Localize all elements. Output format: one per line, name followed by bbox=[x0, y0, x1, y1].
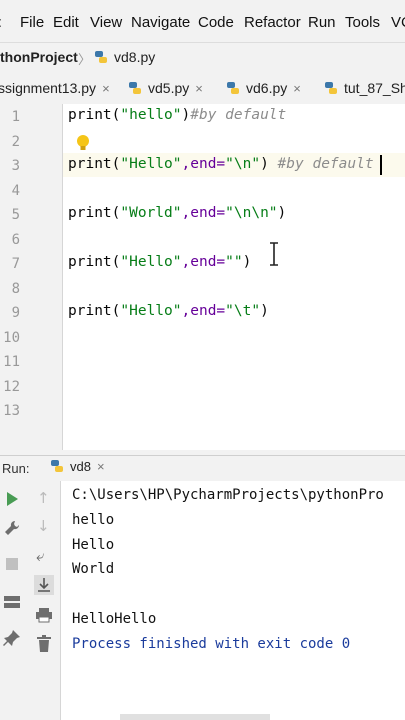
close-icon[interactable]: × bbox=[293, 81, 301, 96]
breadcrumb: thonProject 〉 vd8.py bbox=[0, 42, 405, 76]
python-file-icon bbox=[51, 460, 63, 472]
run-tool-header: Run: vd8 × bbox=[0, 455, 405, 482]
editor-tab-bar: ssignment13.py × vd5.py × vd6.py × tut_87_S… bbox=[0, 74, 405, 105]
tab-label: vd6.py bbox=[246, 80, 288, 96]
line-number: 8 bbox=[11, 281, 20, 297]
up-arrow-icon[interactable]: ↑ bbox=[37, 489, 50, 507]
tab-tut87[interactable]: tut_87_Shu bbox=[324, 80, 405, 96]
lightbulb-icon[interactable] bbox=[76, 134, 90, 152]
line-number: 5 bbox=[11, 207, 20, 223]
tab-label: vd5.py bbox=[148, 80, 190, 96]
run-config-tab[interactable]: vd8 × bbox=[50, 459, 105, 474]
tab-label: tut_87_Shu bbox=[344, 80, 405, 96]
python-file-icon bbox=[95, 51, 107, 63]
pin-icon[interactable] bbox=[3, 629, 21, 647]
console-line-output: HelloHello bbox=[72, 611, 157, 627]
line-number: 7 bbox=[11, 256, 20, 272]
trash-icon[interactable] bbox=[36, 635, 52, 653]
python-file-icon bbox=[129, 82, 141, 94]
rerun-icon[interactable] bbox=[5, 491, 19, 507]
menu-file[interactable]: File bbox=[20, 14, 44, 31]
menu-navigate[interactable]: Navigate bbox=[131, 14, 190, 31]
breadcrumb-project[interactable]: thonProject bbox=[0, 49, 78, 65]
menu-overflow: : bbox=[0, 14, 2, 31]
tab-assignment13[interactable]: ssignment13.py × bbox=[0, 80, 110, 96]
wrench-icon[interactable] bbox=[3, 519, 21, 537]
breadcrumb-file[interactable]: vd8.py bbox=[94, 49, 155, 65]
line-number: 12 bbox=[3, 379, 20, 395]
menu-tools[interactable]: Tools bbox=[345, 14, 380, 31]
editor-gutter: 1 2 3 4 5 6 7 8 9 10 11 12 13 bbox=[0, 104, 63, 450]
console-exit-message: Process finished with exit code 0 bbox=[72, 636, 351, 652]
breadcrumb-file-label: vd8.py bbox=[114, 49, 156, 65]
close-icon[interactable]: × bbox=[102, 81, 110, 96]
line-number: 10 bbox=[3, 330, 20, 346]
print-icon[interactable] bbox=[35, 607, 53, 623]
text-caret bbox=[380, 155, 382, 175]
line-number: 1 bbox=[11, 109, 20, 125]
menu-vcs[interactable]: VC bbox=[391, 14, 405, 31]
line-number: 6 bbox=[11, 232, 20, 248]
line-number: 3 bbox=[11, 158, 20, 174]
tab-vd6[interactable]: vd6.py × bbox=[226, 80, 301, 96]
code-line-1[interactable]: print("hello")#by default bbox=[68, 107, 286, 123]
console-line-output: Hello bbox=[72, 537, 115, 553]
close-icon[interactable]: × bbox=[97, 459, 105, 474]
menu-view[interactable]: View bbox=[90, 14, 122, 31]
close-icon[interactable]: × bbox=[195, 81, 203, 96]
menu-bar: : File Edit View Navigate Code Refactor … bbox=[0, 0, 405, 42]
stop-icon[interactable] bbox=[5, 557, 19, 571]
scroll-to-end-icon[interactable] bbox=[34, 575, 54, 595]
menu-edit[interactable]: Edit bbox=[53, 14, 79, 31]
line-number: 4 bbox=[11, 183, 20, 199]
code-line-9[interactable]: print("Hello",end="\t") bbox=[68, 303, 269, 319]
down-arrow-icon[interactable]: ↓ bbox=[37, 517, 50, 535]
run-tab-label: vd8 bbox=[70, 459, 91, 474]
line-number: 2 bbox=[11, 134, 20, 150]
python-file-icon bbox=[325, 82, 337, 94]
layout-icon[interactable] bbox=[3, 595, 21, 609]
tab-vd5[interactable]: vd5.py × bbox=[128, 80, 203, 96]
console-line-output: hello bbox=[72, 512, 115, 528]
menu-run[interactable]: Run bbox=[308, 14, 336, 31]
horizontal-scrollbar[interactable] bbox=[120, 714, 270, 720]
line-number: 13 bbox=[3, 403, 20, 419]
run-toolbar-secondary: ↑ ↓ ⤶ bbox=[28, 481, 61, 720]
menu-code[interactable]: Code bbox=[198, 14, 234, 31]
code-line-3[interactable]: print("Hello",end="\n") #by default bbox=[68, 156, 374, 172]
python-file-icon bbox=[227, 82, 239, 94]
soft-wrap-icon[interactable]: ⤶ bbox=[36, 547, 44, 565]
run-label: Run: bbox=[2, 461, 30, 476]
console-line-output: World bbox=[72, 561, 115, 577]
tab-label: ssignment13.py bbox=[0, 80, 97, 96]
menu-refactor[interactable]: Refactor bbox=[244, 14, 301, 31]
breadcrumb-separator: 〉 bbox=[78, 53, 92, 68]
line-number: 9 bbox=[11, 305, 20, 321]
line-number: 11 bbox=[3, 354, 20, 370]
text-cursor-icon bbox=[270, 242, 278, 266]
run-toolbar-left bbox=[0, 481, 28, 720]
console-line-path: C:\Users\HP\PycharmProjects\pythonPro bbox=[72, 487, 384, 503]
code-line-7[interactable]: print("Hello",end="") bbox=[68, 254, 251, 270]
code-line-5[interactable]: print("World",end="\n\n") bbox=[68, 205, 286, 221]
